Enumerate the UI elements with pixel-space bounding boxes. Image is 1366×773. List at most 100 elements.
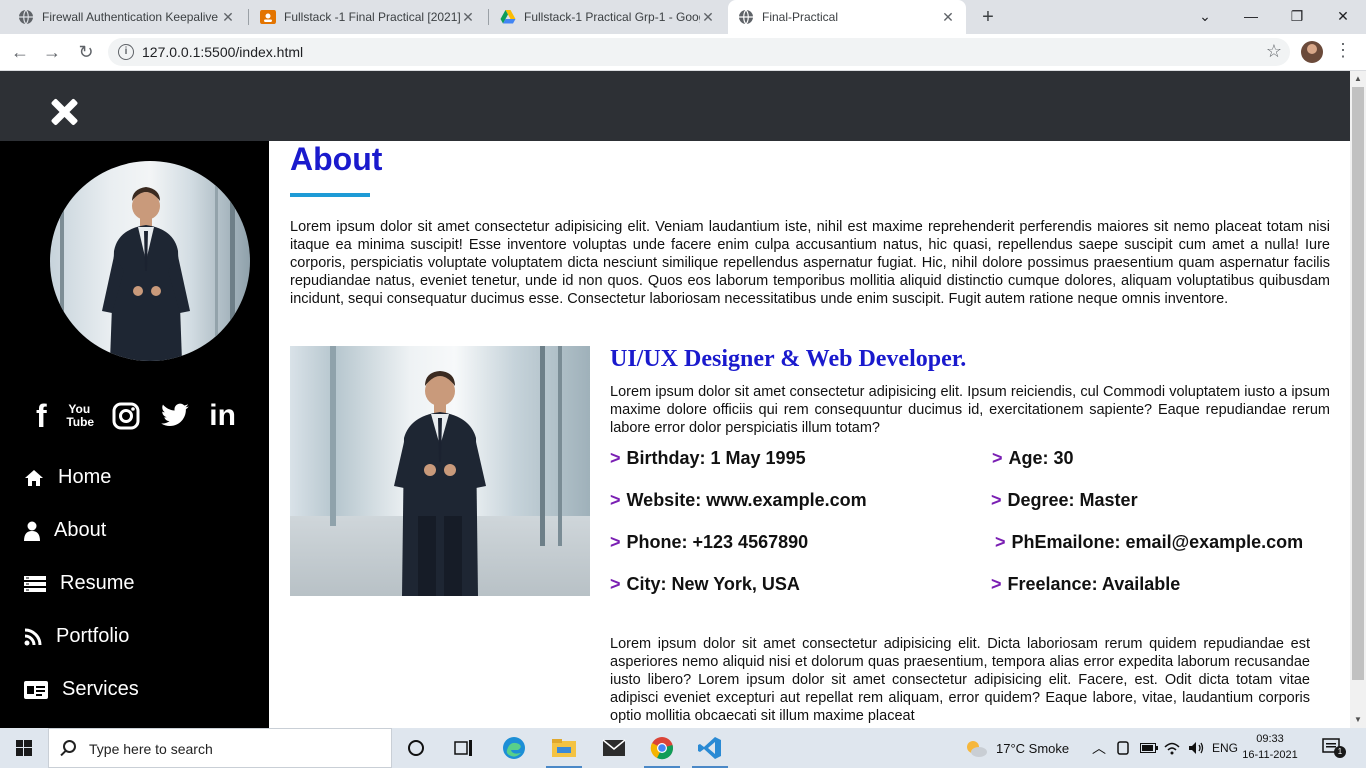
profile-avatar[interactable] [1301,41,1323,63]
id-card-icon [24,680,62,699]
scroll-up-icon[interactable]: ▲ [1350,71,1366,87]
close-tab-icon[interactable]: ✕ [940,9,956,26]
linkedin-icon[interactable]: in [209,399,236,433]
weather-text: 17°C Smoke [996,740,1070,756]
chevron-right-icon: > [610,448,621,468]
search-icon [63,740,76,753]
about-outro-text: Lorem ipsum dolor sit amet consectetur a… [610,636,1310,724]
taskbar-clock[interactable]: 09:33 16-11-2021 [1240,731,1300,763]
url-text: 127.0.0.1:5500/index.html [142,44,304,60]
facebook-icon[interactable]: f [36,397,47,434]
fact-email: > PhEmailone: email@example.com [995,532,1303,553]
chevron-right-icon: > [610,532,621,552]
sidebar-item-label: Services [62,678,139,700]
globe-icon [19,9,33,25]
back-icon[interactable]: ← [8,40,32,64]
start-button[interactable] [0,728,48,768]
profile-photo [50,161,250,361]
instagram-icon[interactable] [112,399,140,433]
fact-text: Age: 30 [1008,448,1074,468]
tab-final-practical[interactable]: Final-Practical ✕ [728,0,966,34]
address-bar[interactable]: i 127.0.0.1:5500/index.html ☆ [108,38,1290,66]
notification-center-icon[interactable]: 1 [1322,738,1346,758]
fact-text: Degree: Master [1007,490,1138,510]
sidebar-item-label: Resume [60,572,135,594]
volume-icon[interactable] [1188,728,1206,768]
weather-widget[interactable]: 17°C Smoke [964,728,1069,768]
chevron-right-icon: > [991,574,1002,594]
search-placeholder: Type here to search [89,741,213,757]
fact-text: Website: www.example.com [626,490,867,510]
windows-taskbar: Type here to search 17°C Smoke ︿ ENG 09:… [0,728,1366,768]
fact-text: Freelance: Available [1007,574,1181,594]
edge-icon[interactable] [490,728,538,768]
tab-firewall[interactable]: Firewall Authentication Keepalive ✕ [8,0,246,34]
language-indicator[interactable]: ENG [1212,728,1238,768]
sidebar-item-home[interactable]: Home [24,451,264,504]
page-scrollbar[interactable]: ▲ ▼ [1350,71,1366,728]
role-heading: UI/UX Designer & Web Developer. [610,346,967,372]
clock-time: 09:33 [1256,733,1284,745]
restore-button[interactable]: ❐ [1274,0,1320,34]
youtube-icon[interactable]: You Tube [66,399,94,433]
browser-tab-strip: Firewall Authentication Keepalive ✕ Full… [0,0,1366,34]
new-tab-button[interactable]: + [976,5,1000,29]
scrollbar-thumb[interactable] [1352,87,1364,680]
taskbar-search-box[interactable]: Type here to search [48,728,392,768]
sidebar-item-portfolio[interactable]: Portfolio [24,610,264,663]
scroll-down-icon[interactable]: ▼ [1350,712,1366,728]
person-illustration [330,346,562,596]
close-tab-icon[interactable]: ✕ [700,9,716,26]
close-tab-icon[interactable]: ✕ [460,9,476,26]
chrome-icon[interactable] [638,728,686,768]
sidebar-item-services[interactable]: Services [24,663,264,716]
fact-text: PhEmailone: email@example.com [1011,532,1304,552]
fact-website: > Website: www.example.com [610,490,867,511]
rss-icon [24,628,56,646]
bookmark-star-icon[interactable]: ☆ [1266,41,1282,62]
cortana-icon[interactable] [392,728,440,768]
chevron-right-icon: > [995,532,1006,552]
fact-degree: > Degree: Master [991,490,1138,511]
tab-title: Fullstack -1 Final Practical [2021] [284,10,460,24]
file-explorer-icon[interactable] [540,728,588,768]
forward-icon[interactable]: → [40,40,64,64]
title-underline [290,193,370,197]
about-intro-text: Lorem ipsum dolor sit amet consectetur a… [290,219,1330,307]
mail-icon[interactable] [590,728,638,768]
task-view-icon[interactable] [440,728,488,768]
fact-city: > City: New York, USA [610,574,800,595]
social-links: f You Tube in [36,397,236,434]
page-viewport: f You Tube in Home About Resume Portfoli… [0,71,1366,728]
reload-icon[interactable]: ↻ [74,40,98,64]
tab-classroom[interactable]: Fullstack -1 Final Practical [2021] ✕ [250,0,486,34]
tab-drive[interactable]: Fullstack-1 Practical Grp-1 - Google ✕ [490,0,726,34]
fact-text: City: New York, USA [626,574,800,594]
windows-logo-icon [16,740,32,756]
fact-text: Phone: +123 4567890 [626,532,809,552]
minimize-button[interactable]: — [1228,0,1274,34]
sidebar-item-resume[interactable]: Resume [24,557,264,610]
sidebar-item-label: Portfolio [56,625,130,647]
tab-separator [248,9,249,25]
chevron-right-icon: > [610,490,621,510]
close-window-button[interactable]: ✕ [1320,0,1366,34]
tray-chevron-icon[interactable]: ︿ [1092,728,1106,768]
vscode-icon[interactable] [686,728,734,768]
battery-icon[interactable] [1140,728,1158,768]
tab-title: Firewall Authentication Keepalive [42,10,219,24]
site-info-icon[interactable]: i [118,44,134,60]
chevron-right-icon: > [992,448,1003,468]
close-menu-icon[interactable] [50,98,78,126]
menu-kebab-icon[interactable]: ⋮ [1334,40,1352,61]
close-tab-icon[interactable]: ✕ [220,9,236,26]
tab-search-icon[interactable]: ⌄ [1182,0,1228,34]
sidebar-item-about[interactable]: About [24,504,264,557]
facebook-glyph: f [36,397,47,434]
twitter-icon[interactable] [160,399,190,433]
clock-date: 16-11-2021 [1242,749,1298,761]
wifi-icon[interactable] [1164,728,1180,768]
chevron-right-icon: > [991,490,1002,510]
network-drive-icon[interactable] [1116,728,1130,768]
portrait-photo [290,346,590,596]
